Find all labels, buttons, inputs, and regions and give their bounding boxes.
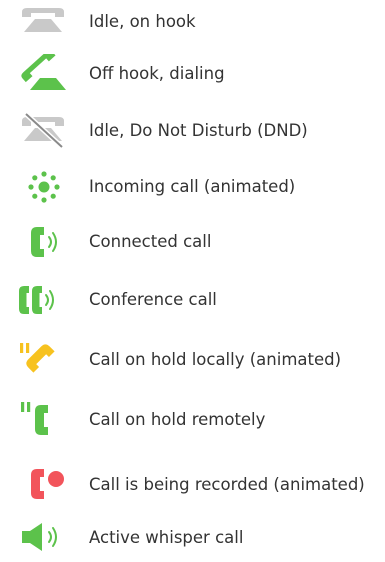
legend-label: Off hook, dialing <box>89 64 225 83</box>
legend-label: Incoming call (animated) <box>89 177 296 196</box>
hold-remote-icon <box>18 400 70 440</box>
legend-item-idle: Idle, on hook <box>0 2 385 42</box>
phone-off-hook-icon <box>18 54 70 94</box>
legend-item-incoming: Incoming call (animated) <box>0 167 385 207</box>
legend-label: Call on hold remotely <box>89 410 266 429</box>
legend-item-hold-remote: Call on hold remotely <box>0 400 385 440</box>
legend-label: Conference call <box>89 290 217 309</box>
legend-label: Call on hold locally (animated) <box>89 350 342 369</box>
legend-item-hold-local: Call on hold locally (animated) <box>0 340 385 380</box>
legend-label: Call is being recorded (animated) <box>89 475 365 494</box>
call-status-legend: Idle, on hook Off hook, dialing Idle, Do… <box>0 0 385 562</box>
legend-item-whisper: Active whisper call <box>0 518 385 558</box>
legend-label: Idle, on hook <box>89 12 196 31</box>
legend-label: Idle, Do Not Disturb (DND) <box>89 121 308 140</box>
legend-item-conference: Conference call <box>0 280 385 320</box>
connected-call-icon <box>18 222 70 262</box>
legend-label: Connected call <box>89 232 212 251</box>
incoming-call-icon <box>18 167 70 207</box>
whisper-call-icon <box>18 518 70 558</box>
phone-dnd-icon <box>18 111 70 151</box>
legend-item-dnd: Idle, Do Not Disturb (DND) <box>0 111 385 151</box>
recording-call-icon <box>18 465 70 505</box>
phone-idle-icon <box>18 2 70 42</box>
conference-call-icon <box>18 280 70 320</box>
legend-item-off-hook: Off hook, dialing <box>0 54 385 94</box>
legend-item-recording: Call is being recorded (animated) <box>0 465 385 505</box>
legend-item-connected: Connected call <box>0 222 385 262</box>
hold-local-icon <box>18 340 70 380</box>
legend-label: Active whisper call <box>89 528 244 547</box>
